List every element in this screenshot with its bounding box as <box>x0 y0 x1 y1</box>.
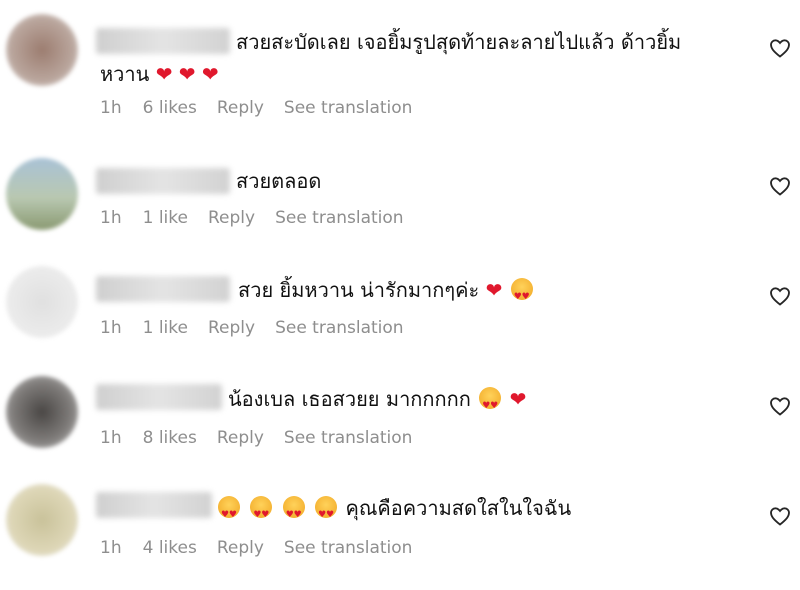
comment-time: 1h <box>100 538 122 558</box>
reply-button[interactable]: Reply <box>217 428 264 448</box>
like-count[interactable]: 1 like <box>143 208 188 228</box>
reply-button[interactable]: Reply <box>217 98 264 118</box>
reply-button[interactable]: Reply <box>217 538 264 558</box>
username-blurred[interactable] <box>96 384 222 410</box>
like-count[interactable]: 8 likes <box>143 428 197 448</box>
heart-outline-icon[interactable] <box>768 394 792 418</box>
avatar[interactable] <box>6 158 78 230</box>
avatar[interactable] <box>6 484 78 556</box>
heart-outline-icon[interactable] <box>768 504 792 528</box>
heart-eyes-emoji-icon <box>218 496 240 531</box>
heart-emoji-icon: ❤ <box>509 387 527 411</box>
comment-text: สวย ยิ้มหวาน น่ารักมากๆค่ะ <box>238 278 480 302</box>
like-count[interactable]: 4 likes <box>143 538 197 558</box>
username-blurred[interactable] <box>96 492 212 518</box>
heart-eyes-emoji-icon <box>282 496 305 531</box>
like-count[interactable]: 1 like <box>143 318 188 338</box>
avatar[interactable] <box>6 266 78 338</box>
comment-time: 1h <box>100 428 122 448</box>
reply-button[interactable]: Reply <box>208 208 255 228</box>
comment-item: สวยตลอด 1h 1 like Reply See translation <box>0 150 800 260</box>
comment-text-block: สวยสะบัดเลย เจอยิ้มรูปสุดท้ายละลายไปแล้ว… <box>100 26 730 90</box>
username-blurred[interactable] <box>96 276 230 302</box>
comment-meta: 1h 8 likes Reply See translation <box>100 428 432 448</box>
heart-emoji-icon: ❤ <box>485 278 503 302</box>
avatar[interactable] <box>6 376 78 448</box>
see-translation-link[interactable]: See translation <box>275 318 404 338</box>
comment-text-block: น้องเบล เธอสวยย มากกกกก ❤ <box>228 383 730 422</box>
comment-text-block: สวย ยิ้มหวาน น่ารักมากๆค่ะ ❤ <box>238 274 730 313</box>
comment-text: น้องเบล เธอสวยย มากกกกก <box>228 387 471 411</box>
comment-meta: 1h 1 like Reply See translation <box>100 208 424 228</box>
comment-item: น้องเบล เธอสวยย มากกกกก ❤ 1h 8 likes Rep… <box>0 370 800 480</box>
heart-emoji-icon: ❤ ❤ ❤ <box>155 62 219 86</box>
avatar[interactable] <box>6 14 78 86</box>
see-translation-link[interactable]: See translation <box>284 98 413 118</box>
username-blurred[interactable] <box>96 168 230 194</box>
see-translation-link[interactable]: See translation <box>275 208 404 228</box>
comment-text: สวยตลอด <box>236 169 322 193</box>
heart-eyes-emoji-icon <box>315 496 338 531</box>
heart-eyes-emoji-icon <box>510 278 533 313</box>
heart-outline-icon[interactable] <box>768 36 792 60</box>
comment-meta: 1h 6 likes Reply See translation <box>100 98 432 118</box>
comment-item: คุณคือความสดใสในใจฉัน 1h 4 likes Reply S… <box>0 480 800 590</box>
comment-item: สวย ยิ้มหวาน น่ารักมากๆค่ะ ❤ 1h 1 like R… <box>0 260 800 370</box>
heart-outline-icon[interactable] <box>768 284 792 308</box>
comment-text-block: สวยตลอด <box>236 165 730 197</box>
see-translation-link[interactable]: See translation <box>284 538 413 558</box>
comment-text: คุณคือความสดใสในใจฉัน <box>345 496 572 520</box>
like-count[interactable]: 6 likes <box>143 98 197 118</box>
heart-eyes-emoji-icon <box>479 387 502 422</box>
comment-time: 1h <box>100 208 122 228</box>
heart-outline-icon[interactable] <box>768 174 792 198</box>
comment-text-block: คุณคือความสดใสในใจฉัน <box>216 492 730 531</box>
reply-button[interactable]: Reply <box>208 318 255 338</box>
comment-meta: 1h 4 likes Reply See translation <box>100 538 432 558</box>
comment-item: สวยสะบัดเลย เจอยิ้มรูปสุดท้ายละลายไปแล้ว… <box>0 0 800 118</box>
comment-time: 1h <box>100 98 122 118</box>
heart-eyes-emoji-icon <box>250 496 273 531</box>
comment-meta: 1h 1 like Reply See translation <box>100 318 424 338</box>
see-translation-link[interactable]: See translation <box>284 428 413 448</box>
comment-time: 1h <box>100 318 122 338</box>
